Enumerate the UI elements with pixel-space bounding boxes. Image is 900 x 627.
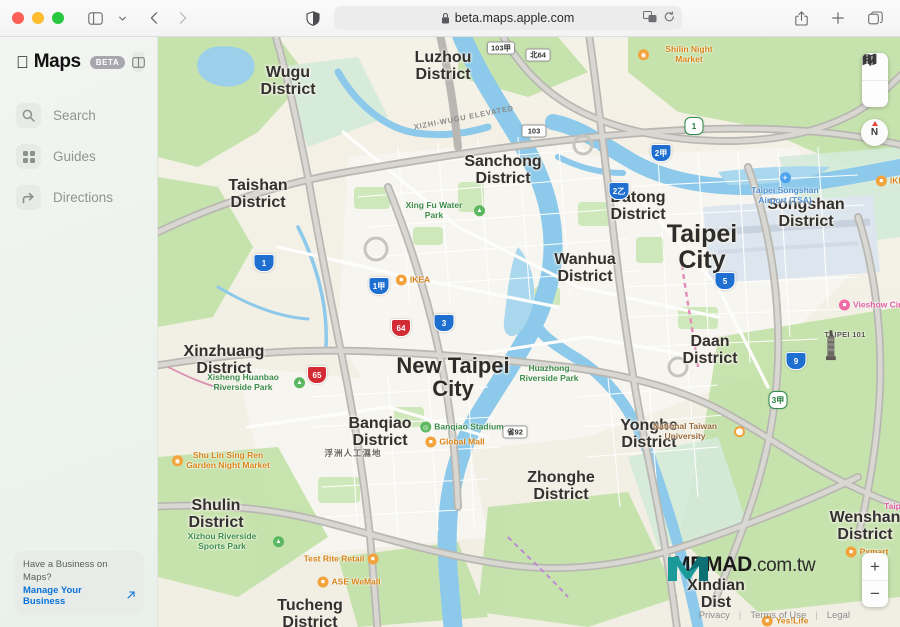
route-shield[interactable]: 2乙 xyxy=(608,182,630,200)
window-traffic-lights xyxy=(12,12,64,24)
route-shield[interactable]: 103 xyxy=(521,124,547,138)
map-canvas[interactable]: XIZHI-WUGU ELEVATED Wugu District Luzhou… xyxy=(158,37,900,627)
translate-icon[interactable] xyxy=(642,10,657,26)
sidebar-item-label: Guides xyxy=(53,149,96,164)
browser-window: beta.maps.apple.com Maps BETA Search Gui… xyxy=(0,0,900,627)
lock-icon xyxy=(441,12,450,24)
manage-business-link[interactable]: Manage Your Business xyxy=(23,585,135,607)
business-card-question: Have a Business on Maps? xyxy=(23,559,108,583)
sidebar-item-directions[interactable]: Directions xyxy=(10,181,147,214)
privacy-link[interactable]: Privacy xyxy=(699,610,730,621)
reload-icon[interactable] xyxy=(664,10,675,26)
route-shield[interactable]: 1 xyxy=(684,117,704,135)
share-icon[interactable] xyxy=(788,6,814,30)
maximize-window-button[interactable] xyxy=(52,12,64,24)
compass-label: N xyxy=(870,127,879,138)
sidebar-item-search[interactable]: Search xyxy=(10,99,147,132)
route-shield[interactable]: 5 xyxy=(714,272,736,290)
manage-business-label: Manage Your Business xyxy=(23,585,82,607)
legal-link[interactable]: Legal xyxy=(827,610,850,621)
minimize-window-button[interactable] xyxy=(32,12,44,24)
back-arrow-icon[interactable] xyxy=(141,6,167,30)
route-shield[interactable]: 3甲 xyxy=(768,391,788,409)
zoom-control-stack: + − xyxy=(862,553,888,607)
mrmad-watermark: MRMAD.com.tw xyxy=(666,553,816,581)
sidebar-item-label: Search xyxy=(53,108,96,123)
panel-toggle-icon[interactable] xyxy=(132,52,146,72)
sidebar-nav: Search Guides Directions xyxy=(0,99,157,214)
locate-arrow-icon[interactable] xyxy=(862,53,888,107)
route-shield[interactable]: 省92 xyxy=(502,425,528,439)
divider: | xyxy=(815,610,818,621)
manage-business-card: Have a Business on Maps? Manage Your Bus… xyxy=(14,551,144,615)
beta-badge: BETA xyxy=(89,55,126,69)
terms-of-use-link[interactable]: Terms of Use xyxy=(750,610,806,621)
sidebar-item-guides[interactable]: Guides xyxy=(10,140,147,173)
browser-toolbar: beta.maps.apple.com xyxy=(0,0,900,37)
plus-icon[interactable] xyxy=(825,6,851,30)
maps-sidebar:  Maps BETA Search Guid xyxy=(0,37,158,627)
address-bar[interactable]: beta.maps.apple.com xyxy=(333,6,682,30)
route-shield[interactable]: 65 xyxy=(307,366,327,384)
external-link-icon xyxy=(127,590,135,602)
apple-logo-icon:  xyxy=(16,54,29,71)
forward-arrow-icon[interactable] xyxy=(169,6,195,30)
compass-needle-icon xyxy=(871,121,878,126)
zoom-in-button[interactable]: + xyxy=(862,553,888,580)
address-bar-url: beta.maps.apple.com xyxy=(454,11,575,25)
zoom-out-button[interactable]: − xyxy=(862,580,888,607)
route-shield[interactable]: 9 xyxy=(785,352,807,370)
route-shield[interactable]: 1甲 xyxy=(368,277,390,295)
route-shield[interactable]: 1 xyxy=(253,254,275,272)
chevron-down-icon[interactable] xyxy=(109,6,135,30)
brand-title: Maps xyxy=(21,51,81,72)
map-attribution-links: Privacy | Terms of Use | Legal xyxy=(699,610,850,621)
sidebar-item-label: Directions xyxy=(53,190,114,205)
compass-control[interactable]: N xyxy=(861,119,888,146)
divider: | xyxy=(738,610,742,621)
sidebar-header:  Maps BETA xyxy=(0,37,157,73)
close-window-button[interactable] xyxy=(12,12,24,24)
directions-arrow-icon xyxy=(16,185,41,210)
route-shield[interactable]: 北64 xyxy=(525,48,551,62)
sidebar-icon[interactable] xyxy=(82,6,108,30)
route-shield[interactable]: 2甲 xyxy=(650,144,672,162)
route-shield[interactable]: 3 xyxy=(433,314,455,332)
guides-grid-icon xyxy=(16,144,41,169)
page-content:  Maps BETA Search Guid xyxy=(0,37,900,627)
search-icon xyxy=(16,103,41,128)
tab-overview-icon[interactable] xyxy=(862,6,888,30)
shield-privacy-icon[interactable] xyxy=(305,10,320,26)
route-shield[interactable]: 103甲 xyxy=(486,41,516,55)
map-control-stack xyxy=(862,53,888,107)
route-shield[interactable]: 64 xyxy=(391,319,411,337)
